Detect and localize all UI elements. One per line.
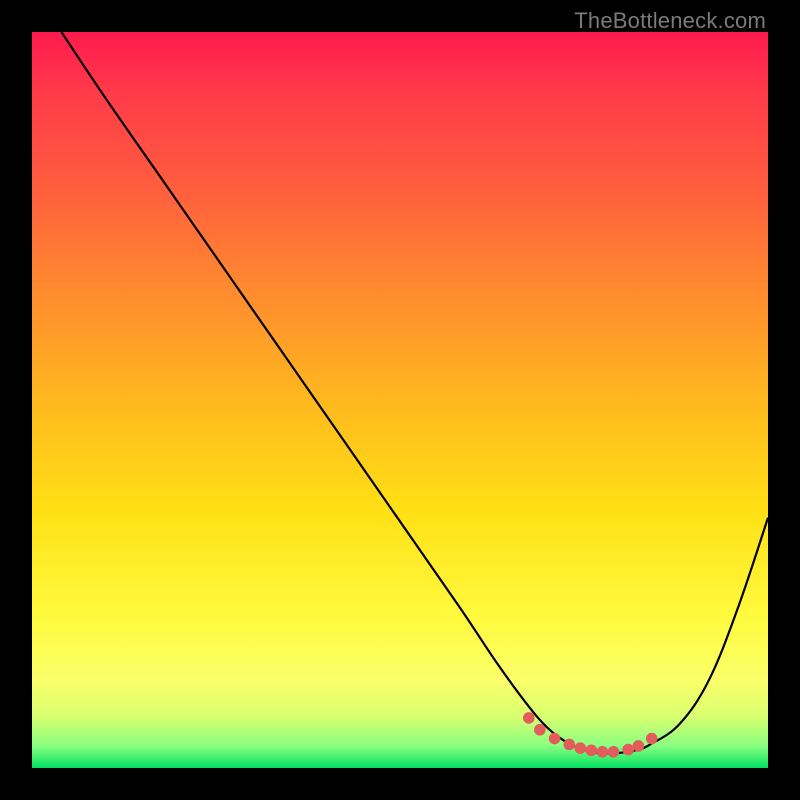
highlight-dot [622,744,634,756]
highlight-dot [646,733,658,745]
curve-svg [32,32,768,768]
watermark-text: TheBottleneck.com [574,8,766,34]
bottleneck-curve [61,32,768,753]
highlight-dot [549,733,561,745]
chart-container: TheBottleneck.com [0,0,800,800]
highlight-dots-group [523,712,658,757]
highlight-dot [633,740,645,752]
highlight-dot [608,746,620,758]
highlight-dot [523,712,535,724]
highlight-dot [563,739,575,751]
highlight-dot [575,742,587,754]
highlight-dot [586,745,598,757]
highlight-dot [597,746,609,758]
plot-area [32,32,768,768]
highlight-dot [534,724,546,736]
